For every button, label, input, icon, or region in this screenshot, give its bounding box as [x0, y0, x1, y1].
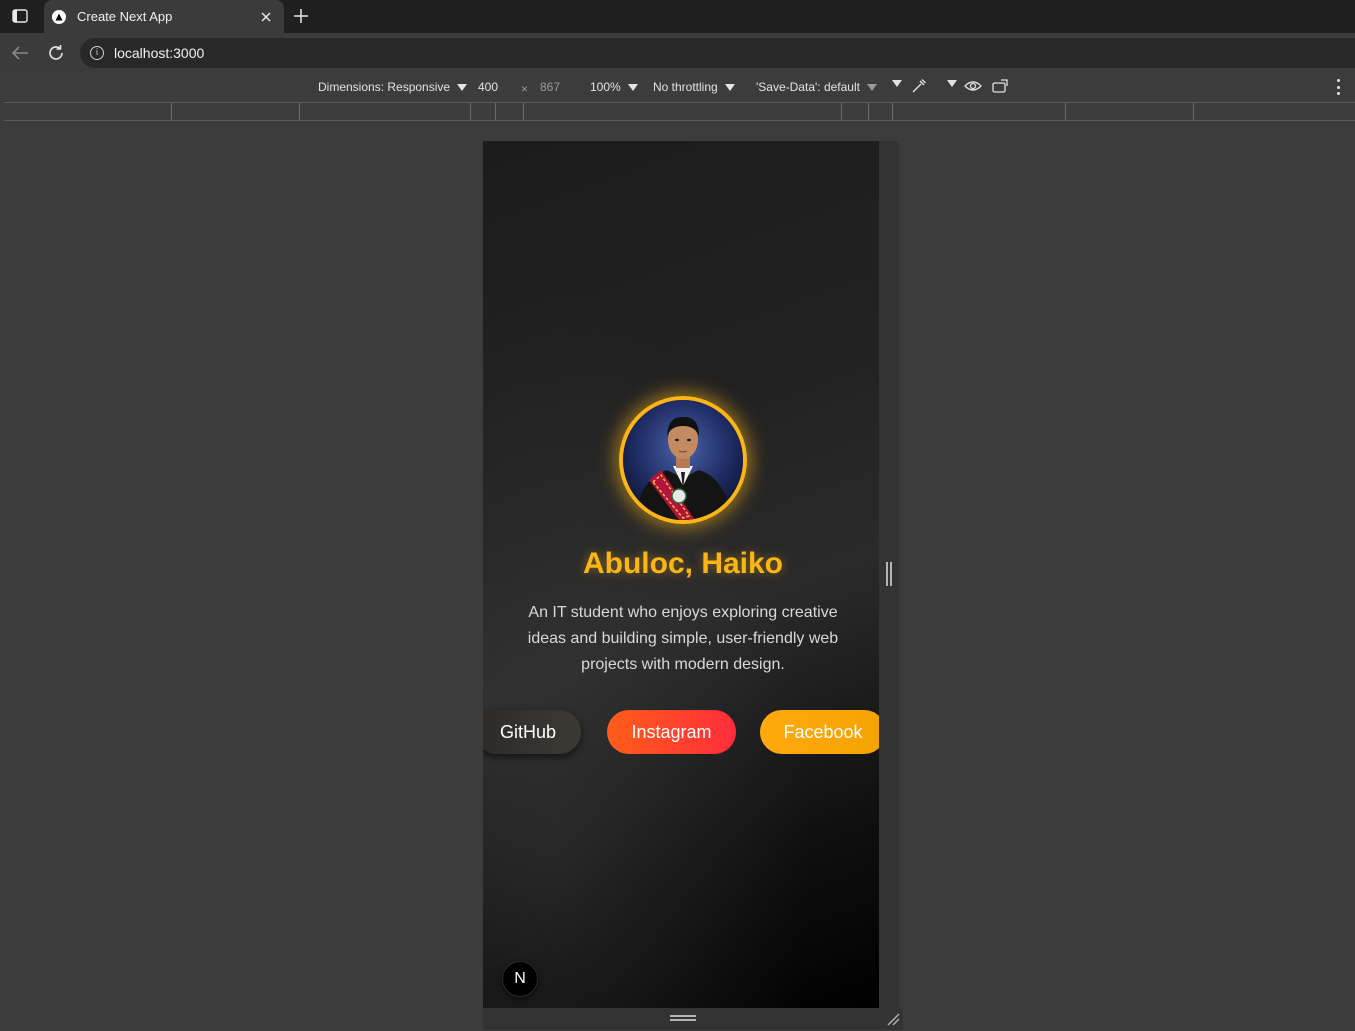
profile-bio: An IT student who enjoys exploring creat… — [527, 604, 839, 673]
address-bar[interactable]: i localhost:3000 — [80, 38, 1355, 68]
device-screen: Abuloc, Haiko An IT student who enjoys e… — [483, 141, 883, 1008]
zoom-dropdown[interactable]: 100% — [590, 80, 638, 94]
close-tab-icon[interactable] — [258, 9, 274, 25]
browser-toolbar: i localhost:3000 — [0, 33, 1355, 73]
github-button[interactable]: GitHub — [483, 710, 581, 754]
save-data-value: 'Save-Data': default — [756, 80, 860, 94]
vision-dropdown[interactable] — [940, 80, 957, 87]
chevron-down-icon — [866, 83, 877, 91]
chevron-down-icon — [457, 83, 468, 91]
graduate-portrait-icon — [623, 400, 743, 520]
throttling-value: No throttling — [653, 80, 718, 94]
dimensions-dropdown[interactable]: Dimensions: Responsive — [318, 80, 468, 94]
instagram-button[interactable]: Instagram — [607, 710, 736, 754]
height-input[interactable]: 867 — [540, 80, 560, 94]
url-text: localhost:3000 — [114, 45, 205, 61]
chevron-down-icon — [947, 80, 957, 87]
chevron-down-icon — [892, 80, 902, 87]
tab-strip: Create Next App — [0, 0, 1355, 33]
reload-icon[interactable] — [45, 42, 67, 64]
nextjs-logo-icon: N — [514, 970, 526, 987]
eye-icon[interactable] — [964, 79, 982, 93]
nextjs-favicon-icon — [52, 9, 66, 24]
profile-name: Abuloc, Haiko — [582, 547, 784, 580]
facebook-button[interactable]: Facebook — [760, 710, 883, 754]
width-value: 400 — [478, 80, 499, 94]
chevron-down-icon — [724, 83, 735, 91]
bottom-resize-handle[interactable] — [670, 1015, 696, 1021]
back-arrow-icon[interactable] — [9, 42, 31, 64]
nextjs-dev-indicator[interactable]: N — [502, 961, 538, 997]
browser-tab[interactable]: Create Next App — [44, 0, 284, 33]
right-resize-handle[interactable] — [886, 562, 892, 586]
height-value: 867 — [540, 80, 561, 94]
tab-title: Create Next App — [77, 9, 173, 24]
rotate-device-icon[interactable] — [992, 79, 1010, 93]
times-sign: × — [521, 82, 529, 96]
eyedropper-icon[interactable] — [911, 78, 927, 94]
new-tab-icon[interactable] — [291, 7, 311, 25]
emulated-viewport-area: Abuloc, Haiko An IT student who enjoys e… — [4, 121, 1355, 1030]
save-data-dropdown[interactable]: 'Save-Data': default — [756, 80, 877, 94]
more-options-dropdown[interactable] — [885, 80, 902, 87]
device-toolbar: Dimensions: Responsive 400 × 867 100% No… — [0, 73, 1355, 102]
width-input[interactable]: 400 — [478, 80, 498, 94]
devtools-menu-icon[interactable] — [1332, 79, 1344, 95]
chevron-down-icon — [627, 83, 638, 91]
zoom-value: 100% — [590, 80, 621, 94]
tab-actions-icon[interactable] — [10, 7, 30, 25]
throttling-dropdown[interactable]: No throttling — [653, 80, 735, 94]
media-query-ruler[interactable] — [4, 102, 1355, 121]
site-info-icon[interactable]: i — [90, 46, 104, 60]
corner-resize-icon[interactable] — [886, 1012, 900, 1026]
dimensions-label: Dimensions: Responsive — [318, 80, 451, 94]
profile-avatar — [619, 396, 747, 524]
